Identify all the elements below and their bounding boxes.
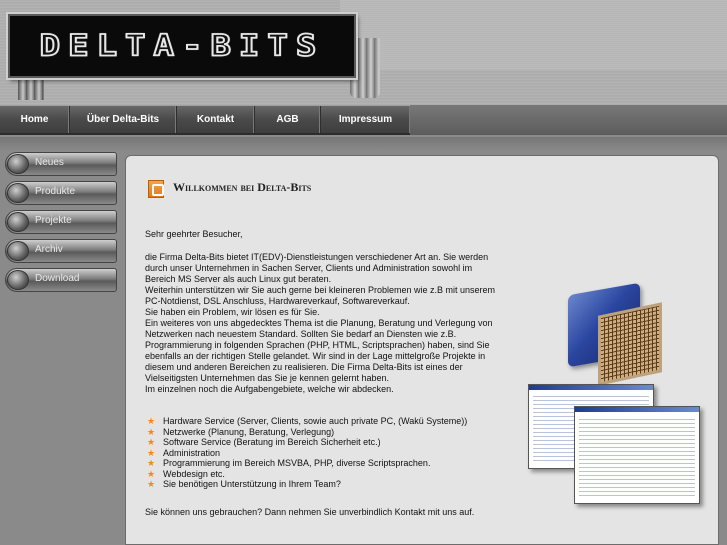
intro-line: die Firma Delta-Bits bietet IT(EDV)-Dien… <box>145 252 489 262</box>
nav-label: Home <box>20 114 49 125</box>
server-image <box>568 282 662 386</box>
intro-line: Ein weiteres von uns abgedecktes Thema i… <box>145 318 493 328</box>
list-item: ★ Software Service (Beratung im Bereich S… <box>147 437 467 448</box>
star-icon: ★ <box>147 468 156 479</box>
server-radiator <box>598 302 662 386</box>
star-icon: ★ <box>147 479 156 489</box>
nav-item-home[interactable]: Home <box>0 106 70 133</box>
page-title: Willkommen bei Delta-Bits <box>173 180 312 194</box>
service-text: Software Service (Beratung im Bereich Si… <box>163 437 381 447</box>
knob-icon <box>7 183 29 203</box>
service-text: Administration <box>163 447 221 458</box>
nav-label: Kontakt <box>196 114 235 125</box>
intro-line: Sie haben ein Problem, wir lösen es für … <box>145 307 320 317</box>
star-icon: ★ <box>147 447 156 458</box>
orange-box-icon <box>148 180 164 198</box>
list-item: ★ Webdesign etc. <box>147 469 467 480</box>
nav-label: Über Delta-Bits <box>86 114 160 125</box>
sidebar-item-label: Projekte <box>35 215 72 226</box>
logo-text: DELTA-BITS <box>39 28 325 64</box>
intro-line: ebenfalls an der richtigen Stelle geland… <box>145 351 486 361</box>
star-icon: ★ <box>147 437 156 447</box>
greeting: Sehr geehrter Besucher, <box>145 229 243 239</box>
intro-line: PC-Notdienst, DSL Anschluss, Hardwarever… <box>145 296 410 306</box>
list-item: ★ Administration <box>147 448 467 459</box>
intro-line: durch unser Unternehmen in Sachen Server… <box>145 263 473 273</box>
sidebar-item-download[interactable]: Download <box>5 268 117 292</box>
service-text: Netzwerke (Planung, Beratung, Verlegung) <box>163 426 335 437</box>
knob-icon <box>7 212 29 232</box>
service-text: Hardware Service (Server, Clients, sowie… <box>163 416 468 426</box>
nav-shadow-strip <box>0 137 727 151</box>
header-pipe-decoration <box>340 0 727 70</box>
nav-item-impressum[interactable]: Impressum <box>321 106 411 133</box>
services-list: ★ Hardware Service (Server, Clients, sowi… <box>147 416 467 490</box>
sidebar-item-produkte[interactable]: Produkte <box>5 181 117 205</box>
sidebar-item-neues[interactable]: Neues <box>5 152 117 176</box>
nav-label: AGB <box>276 114 299 125</box>
screenshot-titlebar <box>575 407 699 412</box>
service-text: Sie benötigen Unterstützung in Ihrem Tea… <box>163 479 341 489</box>
logo[interactable]: DELTA-BITS <box>8 14 356 78</box>
sidebar-item-label: Download <box>35 273 80 284</box>
sidebar-item-label: Archiv <box>35 244 63 255</box>
star-icon: ★ <box>147 458 156 468</box>
screenshot-titlebar <box>529 385 653 390</box>
intro-line: Netzwerken nach neuestem Standard. Sollt… <box>145 329 457 339</box>
intro-line: Bereich MS Server als auch Linux gut ber… <box>145 274 332 284</box>
closing-text: Sie können uns gebrauchen? Dann nehmen S… <box>145 507 475 517</box>
list-item: ★ Netzwerke (Planung, Beratung, Verlegung… <box>147 427 467 438</box>
sidebar-item-archiv[interactable]: Archiv <box>5 239 117 263</box>
service-text: Webdesign etc. <box>163 468 225 479</box>
star-icon: ★ <box>147 426 156 437</box>
sidebar: Neues Produkte Projekte Archiv Download <box>5 152 117 297</box>
nav-item-ueber-delta-bits[interactable]: Über Delta-Bits <box>70 106 177 133</box>
knob-icon <box>7 270 29 290</box>
sidebar-item-label: Neues <box>35 157 64 168</box>
screenshot-image <box>574 406 700 504</box>
sidebar-item-projekte[interactable]: Projekte <box>5 210 117 234</box>
nav-item-agb[interactable]: AGB <box>255 106 321 133</box>
service-text: Programmierung im Bereich MSVBA, PHP, di… <box>163 458 431 468</box>
intro-line: Weiterhin unterstützen wir Sie auch gern… <box>145 285 496 295</box>
knob-icon <box>7 154 29 174</box>
nav-tail-decoration <box>410 105 727 135</box>
list-item: ★ Programmierung im Bereich MSVBA, PHP, d… <box>147 458 467 469</box>
nav-label: Impressum <box>338 114 393 125</box>
list-item: ★ Sie benötigen Unterstützung in Ihrem Te… <box>147 479 467 490</box>
list-item: ★ Hardware Service (Server, Clients, sowi… <box>147 416 467 427</box>
main-content: Willkommen bei Delta-Bits Sehr geehrter … <box>125 155 719 545</box>
header: DELTA-BITS <box>0 0 727 105</box>
nav-item-kontakt[interactable]: Kontakt <box>177 106 255 133</box>
intro-line: Programmierung in folgenden Sprachen (PH… <box>145 340 490 350</box>
intro-line: Vielseitigsten Unternehmen das Sie je ke… <box>145 373 389 383</box>
sidebar-item-label: Produkte <box>35 186 76 197</box>
screenshot-content <box>579 417 695 499</box>
knob-icon <box>7 241 29 261</box>
star-icon: ★ <box>147 416 156 426</box>
intro-line: Im einzelnen noch die Aufgabengebiete, w… <box>145 384 394 394</box>
intro-line: diesem und anderen Bereichen zu realisie… <box>145 362 463 372</box>
